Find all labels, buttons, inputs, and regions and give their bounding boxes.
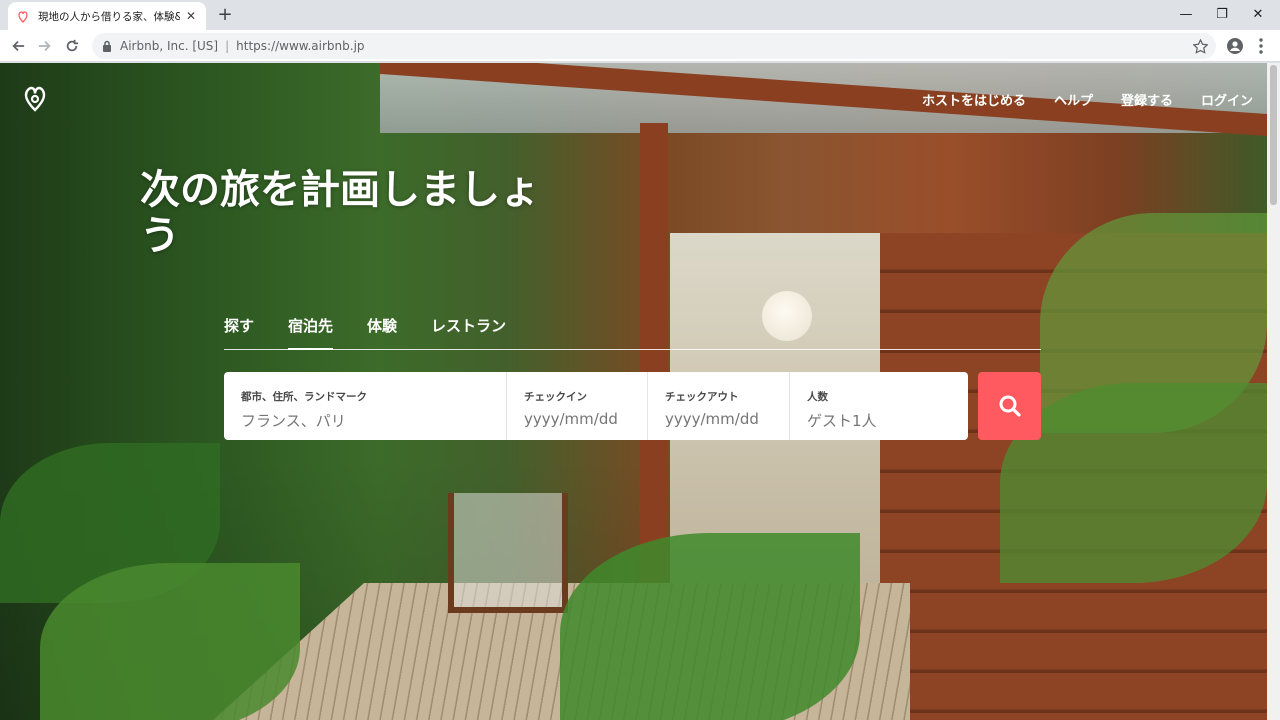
nav-help[interactable]: ヘルプ <box>1054 90 1093 109</box>
window-close-button[interactable]: ✕ <box>1240 0 1276 28</box>
guests-field[interactable]: 人数 ゲスト1人 <box>790 372 968 440</box>
back-button[interactable] <box>8 36 28 56</box>
account-icon[interactable] <box>1226 37 1244 55</box>
star-icon[interactable] <box>1192 38 1208 54</box>
hero-lamp <box>762 291 812 341</box>
back-arrow-icon <box>12 41 25 51</box>
search-form: 都市、住所、ランドマーク フランス、パリ チェックイン yyyy/mm/dd チ… <box>224 372 968 440</box>
scrollbar-thumb[interactable] <box>1270 65 1277 205</box>
location-label: 都市、住所、ランドマーク <box>241 391 367 403</box>
checkout-field[interactable]: チェックアウト yyyy/mm/dd <box>648 372 790 440</box>
lock-icon <box>102 40 114 52</box>
tab-divider <box>224 349 1041 350</box>
hero-foliage <box>40 563 300 720</box>
tab-strip: 現地の人から借りる家、体験&スポッ ✕ + — ❐ ✕ <box>0 0 1280 30</box>
checkout-input[interactable]: yyyy/mm/dd <box>665 410 789 428</box>
site-identity: Airbnb, Inc. [US] <box>120 39 219 53</box>
url-text: https://www.airbnb.jp <box>236 39 365 53</box>
checkin-input[interactable]: yyyy/mm/dd <box>524 410 647 428</box>
airbnb-favicon-icon <box>16 9 30 23</box>
hero-headline: 次の旅を計画しましょう <box>140 167 540 259</box>
new-tab-button[interactable]: + <box>214 4 236 26</box>
hero-chair <box>448 493 568 613</box>
nav-become-host[interactable]: ホストをはじめる <box>922 90 1026 109</box>
hero-section: ホストをはじめる ヘルプ 登録する ログイン 次の旅を計画しましょう 探す 宿泊… <box>0 63 1267 720</box>
guests-label: 人数 <box>807 391 828 403</box>
close-tab-icon[interactable]: ✕ <box>184 9 198 23</box>
address-bar[interactable]: Airbnb, Inc. [US] | https://www.airbnb.j… <box>92 33 1216 59</box>
page-scrollbar[interactable] <box>1267 63 1280 720</box>
browser-toolbar: Airbnb, Inc. [US] | https://www.airbnb.j… <box>0 30 1280 62</box>
forward-arrow-icon <box>38 41 51 51</box>
forward-button[interactable] <box>35 36 55 56</box>
minimize-button[interactable]: — <box>1168 0 1204 28</box>
location-field[interactable]: 都市、住所、ランドマーク フランス、パリ <box>224 372 507 440</box>
search-icon <box>999 395 1021 417</box>
tab-title: 現地の人から借りる家、体験&スポッ <box>38 10 180 23</box>
url-separator: | <box>225 39 230 53</box>
more-vert-icon[interactable] <box>1252 37 1270 55</box>
top-nav: ホストをはじめる ヘルプ 登録する ログイン <box>922 90 1253 109</box>
nav-login[interactable]: ログイン <box>1201 90 1253 109</box>
search-tabs: 探す 宿泊先 体験 レストラン <box>224 315 540 350</box>
checkout-label: チェックアウト <box>665 391 739 403</box>
tab-restaurants[interactable]: レストラン <box>431 315 506 350</box>
tab-explore[interactable]: 探す <box>224 315 254 350</box>
location-input[interactable]: フランス、パリ <box>241 410 506 431</box>
reload-button[interactable] <box>62 36 82 56</box>
tab-experiences[interactable]: 体験 <box>367 315 397 350</box>
checkin-field[interactable]: チェックイン yyyy/mm/dd <box>507 372 648 440</box>
reload-icon <box>66 39 79 52</box>
nav-signup[interactable]: 登録する <box>1121 90 1173 109</box>
hero-foliage <box>560 533 860 720</box>
airbnb-logo-icon[interactable] <box>22 84 48 112</box>
checkin-label: チェックイン <box>524 391 587 403</box>
browser-tab[interactable]: 現地の人から借りる家、体験&スポッ ✕ <box>8 2 206 30</box>
search-button[interactable] <box>978 372 1041 440</box>
tab-homes[interactable]: 宿泊先 <box>288 315 334 350</box>
guests-input[interactable]: ゲスト1人 <box>807 410 968 431</box>
maximize-button[interactable]: ❐ <box>1204 0 1240 28</box>
